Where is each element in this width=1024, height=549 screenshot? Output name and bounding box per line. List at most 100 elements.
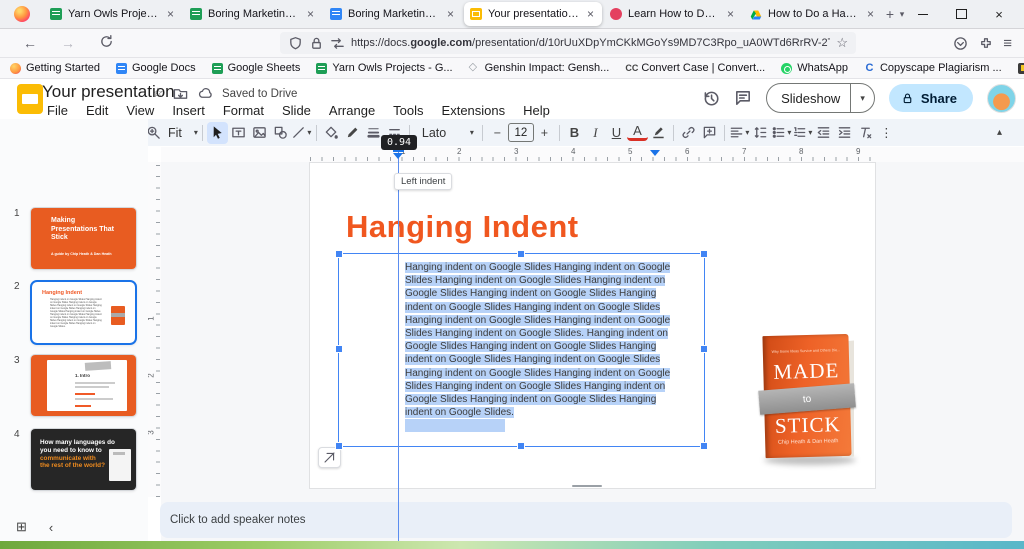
autofit-indicator-button[interactable] xyxy=(318,447,341,468)
tab-yarn-owls[interactable]: Yarn Owls Projects - Google × xyxy=(44,2,182,26)
selected-text-box[interactable]: Hanging indent on Google Slides Hanging … xyxy=(338,253,705,447)
bookmark-getting-started[interactable]: Getting Started xyxy=(10,62,100,74)
left-indent-marker-triangle[interactable] xyxy=(393,153,403,159)
insert-link-button[interactable] xyxy=(678,122,699,144)
notes-resize-handle[interactable] xyxy=(572,485,602,487)
account-avatar[interactable] xyxy=(987,84,1016,113)
pocket-icon[interactable] xyxy=(953,36,968,51)
text-box-button[interactable] xyxy=(228,122,249,144)
highlight-color-button[interactable] xyxy=(648,122,669,144)
selection-handle[interactable] xyxy=(335,345,343,353)
version-history-icon[interactable] xyxy=(702,89,720,107)
new-tab-button[interactable]: + xyxy=(884,6,896,22)
first-line-indent-marker[interactable] xyxy=(650,150,660,156)
selection-handle[interactable] xyxy=(517,250,525,258)
slide-thumbnail-4[interactable]: How many languages do you need to know t… xyxy=(30,428,137,491)
insert-shape-button[interactable] xyxy=(270,122,291,144)
selection-handle[interactable] xyxy=(700,345,708,353)
font-family-select[interactable]: Lato▾ xyxy=(414,122,478,144)
more-options-button[interactable]: ⋮ xyxy=(876,122,897,144)
bookmark-whatsapp[interactable]: WhatsApp xyxy=(781,62,848,74)
window-minimize-button[interactable] xyxy=(908,2,938,26)
made-to-stick-book-image[interactable]: Why Some Ideas Survive and Others Die...… xyxy=(758,333,862,465)
grid-view-button[interactable]: ⊞ xyxy=(16,519,27,535)
menu-file[interactable]: File xyxy=(40,102,75,119)
bookmark-copyscape[interactable]: CCopyscape Plagiarism ... xyxy=(864,62,1002,74)
bookmark-yarn-owls[interactable]: Yarn Owls Projects - G... xyxy=(316,62,452,74)
move-folder-icon[interactable] xyxy=(173,86,188,101)
selection-handle[interactable] xyxy=(335,442,343,450)
decrease-font-size-button[interactable]: − xyxy=(487,122,508,144)
menu-icon[interactable]: ≡ xyxy=(1003,35,1012,52)
forward-button[interactable]: → xyxy=(54,35,82,51)
share-button[interactable]: Share xyxy=(889,84,973,112)
bookmark-google-sheets[interactable]: Google Sheets xyxy=(212,62,301,74)
bulleted-list-button[interactable]: ▾ xyxy=(771,122,792,144)
url-bar[interactable]: https://docs.google.com/presentation/d/1… xyxy=(280,32,856,54)
fill-color-button[interactable] xyxy=(321,122,342,144)
comment-history-icon[interactable] xyxy=(734,89,752,107)
tab-boring-marketing-howto[interactable]: Boring Marketing_How To D × xyxy=(324,2,462,26)
star-document-icon[interactable]: ☆ xyxy=(152,85,164,101)
align-button[interactable]: ▾ xyxy=(729,122,750,144)
slideshow-button[interactable]: Slideshow ▾ xyxy=(766,83,875,113)
zoom-select[interactable]: Fit▾ xyxy=(164,122,198,144)
window-restore-button[interactable] xyxy=(946,2,976,26)
reload-button[interactable] xyxy=(92,34,120,52)
tab-close-icon[interactable]: × xyxy=(865,7,876,21)
tab-close-icon[interactable]: × xyxy=(305,7,316,21)
increase-font-size-button[interactable]: + xyxy=(534,122,555,144)
underline-button[interactable]: U xyxy=(606,122,627,144)
slide-thumbnail-1[interactable]: Making Presentations That Stick A guide … xyxy=(30,207,137,270)
menu-format[interactable]: Format xyxy=(216,102,271,119)
insert-line-button[interactable]: ▾ xyxy=(291,122,312,144)
add-comment-button[interactable] xyxy=(699,122,720,144)
menu-edit[interactable]: Edit xyxy=(79,102,115,119)
tab-your-presentation-active[interactable]: Your presentation - Google × xyxy=(464,2,602,26)
text-color-button[interactable]: A xyxy=(627,124,648,141)
extension-icon[interactable] xyxy=(978,36,993,51)
slide-thumbnail-3[interactable]: 1. Intro xyxy=(30,354,137,417)
back-button[interactable]: ← xyxy=(16,35,44,51)
tab-close-icon[interactable]: × xyxy=(445,7,456,21)
body-text[interactable]: Hanging indent on Google Slides Hanging … xyxy=(405,261,695,432)
tab-close-icon[interactable]: × xyxy=(165,7,176,21)
menu-arrange[interactable]: Arrange xyxy=(322,102,382,119)
bookmark-illustrated-novels[interactable]: 7 Illustrated Novels fo... xyxy=(1018,62,1024,74)
bookmark-convert-case[interactable]: CCConvert Case | Convert... xyxy=(625,62,765,74)
menu-help[interactable]: Help xyxy=(516,102,557,119)
select-tool-button[interactable] xyxy=(207,122,228,144)
italic-button[interactable]: I xyxy=(585,122,606,144)
menu-insert[interactable]: Insert xyxy=(165,102,212,119)
collapse-filmstrip-button[interactable]: ‹ xyxy=(49,520,53,535)
border-color-button[interactable] xyxy=(342,122,363,144)
tab-close-icon[interactable]: × xyxy=(725,7,736,21)
tab-boring-marketing-internal[interactable]: Boring Marketing Internal - × xyxy=(184,2,322,26)
bold-button[interactable]: B xyxy=(564,122,585,144)
decrease-indent-button[interactable] xyxy=(813,122,834,144)
increase-indent-button[interactable] xyxy=(834,122,855,144)
line-spacing-button[interactable] xyxy=(750,122,771,144)
slide-canvas[interactable]: Hanging Indent Hanging indent on Google … xyxy=(310,163,875,488)
bookmark-google-docs[interactable]: Google Docs xyxy=(116,62,196,74)
hide-menus-button[interactable]: ▴ xyxy=(997,127,1016,138)
tab-how-to-hanging-indent[interactable]: How to Do a Hanging Inde × xyxy=(744,2,882,26)
slideshow-dropdown-icon[interactable]: ▾ xyxy=(851,93,874,104)
saved-cloud-icon[interactable] xyxy=(198,86,213,101)
numbered-list-button[interactable]: ▾ xyxy=(792,122,813,144)
selection-handle[interactable] xyxy=(517,442,525,450)
font-size-input[interactable]: 12 xyxy=(508,123,534,142)
insert-image-button[interactable] xyxy=(249,122,270,144)
menu-slide[interactable]: Slide xyxy=(275,102,318,119)
slide-thumbnail-2-selected[interactable]: Hanging Indent Hanging indent on Google … xyxy=(30,280,137,345)
clear-formatting-button[interactable] xyxy=(855,122,876,144)
slide-title[interactable]: Hanging Indent xyxy=(346,209,579,245)
tab-close-icon[interactable]: × xyxy=(585,7,596,21)
bookmark-star-icon[interactable]: ☆ xyxy=(836,35,848,51)
tab-learn-hanging-indent[interactable]: Learn How to Do Hanging I × xyxy=(604,2,742,26)
selection-handle[interactable] xyxy=(335,250,343,258)
menu-view[interactable]: View xyxy=(119,102,161,119)
selection-handle[interactable] xyxy=(700,250,708,258)
menu-extensions[interactable]: Extensions xyxy=(435,102,513,119)
window-close-button[interactable]: × xyxy=(984,2,1014,26)
